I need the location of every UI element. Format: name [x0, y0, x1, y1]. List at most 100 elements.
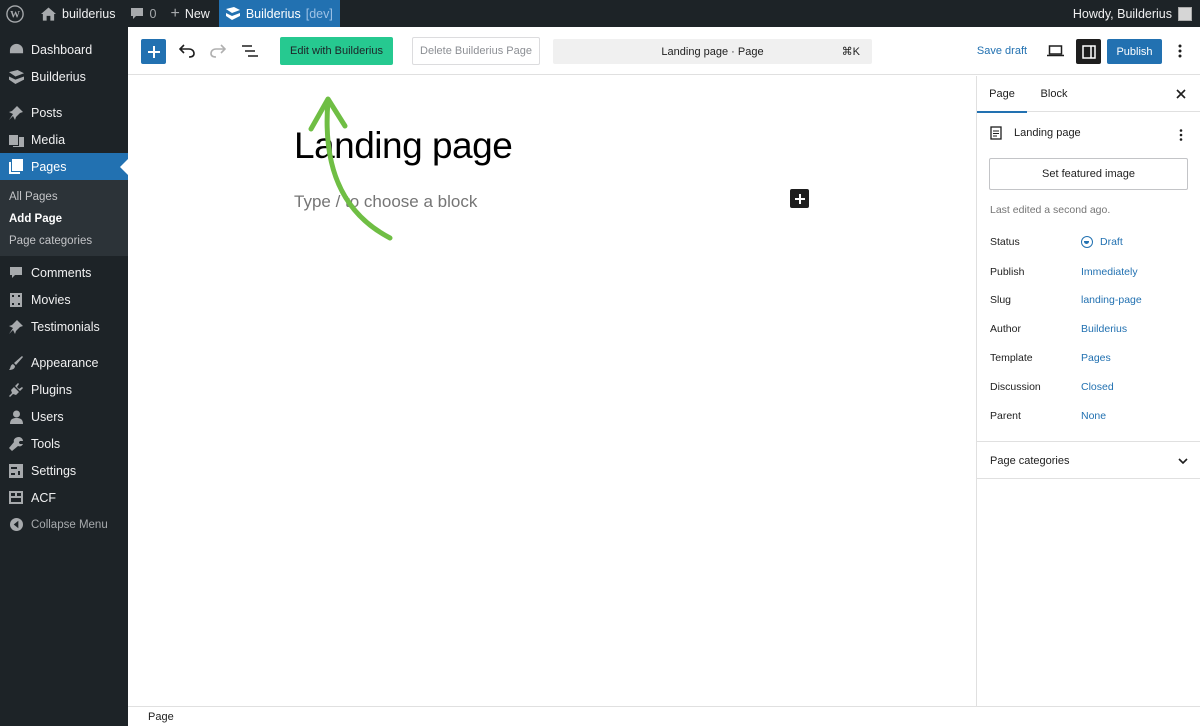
movies-icon	[8, 292, 24, 308]
panel-tabs: Page Block	[977, 76, 1200, 113]
sidebar-item-tools[interactable]: Tools	[0, 430, 128, 457]
undo-button[interactable]	[175, 39, 199, 63]
sidebar-item-label: Plugins	[31, 382, 72, 397]
meta-label: Status	[990, 236, 1020, 248]
new-label: New	[184, 6, 210, 21]
publish-button[interactable]: Publish	[1107, 39, 1162, 64]
sidebar-item-plugins[interactable]: Plugins	[0, 376, 128, 403]
sidebar-item-dashboard[interactable]: Dashboard	[0, 36, 128, 63]
page-categories-toggle[interactable]: Page categories	[990, 455, 1188, 467]
submenu-all-pages[interactable]: All Pages	[0, 186, 128, 208]
sidebar-item-label: Dashboard	[31, 42, 93, 57]
meta-row-publish: Publish Immediately	[990, 266, 1190, 280]
slug-link[interactable]: landing-page	[1081, 294, 1142, 306]
document-title: Landing page · Page	[661, 45, 764, 58]
plus-icon: +	[170, 4, 180, 22]
builderius-env: [dev]	[305, 6, 333, 21]
discussion-link[interactable]: Closed	[1081, 381, 1114, 393]
sidebar-item-movies[interactable]: Movies	[0, 286, 128, 313]
document-actions-button[interactable]	[1178, 128, 1184, 142]
template-link[interactable]: Pages	[1081, 352, 1111, 364]
close-panel-button[interactable]	[1174, 87, 1188, 101]
sidebar-item-label: ACF	[31, 490, 56, 505]
parent-link[interactable]: None	[1081, 410, 1106, 422]
divider	[977, 478, 1200, 479]
sidebar-item-testimonials[interactable]: Testimonials	[0, 313, 128, 340]
sidebar-item-posts[interactable]: Posts	[0, 99, 128, 126]
plugin-icon	[8, 382, 24, 398]
meta-row-parent: Parent None	[990, 410, 1190, 424]
status-link[interactable]: Draft	[1081, 236, 1123, 248]
sidebar-item-settings[interactable]: Settings	[0, 457, 128, 484]
tab-block[interactable]: Block	[1034, 76, 1074, 112]
sidebar-item-label: Pages	[31, 159, 67, 174]
meta-label: Author	[990, 323, 1021, 335]
sidebar-item-label: Appearance	[31, 355, 99, 370]
page-icon	[990, 126, 1004, 140]
editor-canvas[interactable]: Landing page Type / to choose a block	[128, 76, 976, 706]
options-button[interactable]	[1172, 39, 1188, 63]
sidebar-item-builderius[interactable]: Builderius	[0, 63, 128, 90]
brush-icon	[8, 355, 24, 371]
site-name-link[interactable]: builderius	[34, 0, 123, 27]
divider	[977, 441, 1200, 442]
comment-bubble-icon	[130, 7, 144, 20]
home-icon	[41, 6, 56, 21]
submenu-page-categories[interactable]: Page categories	[0, 230, 128, 252]
undo-icon	[179, 44, 195, 58]
plus-icon	[147, 45, 160, 58]
section-title: Page categories	[990, 455, 1070, 467]
sidebar-item-label: Builderius	[31, 69, 86, 84]
builderius-admin-link[interactable]: Builderius [dev]	[218, 0, 340, 27]
settings-panel-toggle[interactable]	[1076, 39, 1101, 64]
submenu-add-page[interactable]: Add Page	[0, 208, 128, 230]
sidebar-item-users[interactable]: Users	[0, 403, 128, 430]
sidebar-item-acf[interactable]: ACF	[0, 484, 128, 511]
sidebar-item-media[interactable]: Media	[0, 126, 128, 153]
comments-count: 0	[149, 6, 157, 21]
document-overview-button[interactable]	[238, 39, 262, 63]
avatar	[1178, 6, 1192, 21]
comments-link[interactable]: 0	[123, 0, 164, 27]
sidebar-item-label: Media	[31, 132, 66, 147]
site-name: builderius	[62, 6, 116, 21]
tab-page[interactable]: Page	[977, 76, 1027, 113]
admin-bar: W builderius 0 + New Builderius [dev] Ho…	[0, 0, 1200, 27]
meta-row-discussion: Discussion Closed	[990, 381, 1190, 395]
delete-builderius-page-button[interactable]: Delete Builderius Page	[412, 37, 540, 65]
redo-button[interactable]	[206, 39, 230, 63]
command-palette-bar[interactable]: Landing page · Page ⌘K	[553, 39, 872, 64]
breadcrumb[interactable]: Page	[148, 711, 174, 723]
wrench-icon	[8, 436, 24, 452]
sidebar-item-appearance[interactable]: Appearance	[0, 349, 128, 376]
save-draft-button[interactable]: Save draft	[974, 39, 1030, 63]
settings-panel: Page Block Landing page Set featured ima…	[976, 76, 1200, 706]
shortcut-hint: ⌘K	[841, 46, 860, 58]
meta-label: Template	[990, 352, 1033, 364]
annotation-arrow-icon	[308, 96, 393, 241]
set-featured-image-button[interactable]: Set featured image	[989, 158, 1188, 190]
users-icon	[8, 409, 24, 425]
account-menu[interactable]: Howdy, Builderius	[1073, 6, 1200, 21]
svg-text:W: W	[10, 9, 20, 20]
sidebar-item-pages[interactable]: Pages	[0, 153, 128, 180]
pin-icon	[8, 105, 24, 121]
meta-value: Draft	[1100, 236, 1123, 248]
add-block-button[interactable]	[790, 189, 809, 208]
laptop-icon	[1046, 45, 1064, 57]
edit-with-builderius-button[interactable]: Edit with Builderius	[280, 37, 393, 65]
block-breadcrumb-bar: Page	[128, 706, 1200, 726]
sidebar-item-label: Comments	[31, 265, 92, 280]
new-content-link[interactable]: + New	[163, 0, 216, 27]
collapse-menu-button[interactable]: Collapse Menu	[0, 511, 128, 538]
meta-row-status: Status Draft	[990, 236, 1190, 250]
block-inserter-button[interactable]	[141, 39, 166, 64]
meta-label: Parent	[990, 410, 1021, 422]
document-card: Landing page	[990, 126, 1081, 140]
meta-row-template: Template Pages	[990, 352, 1190, 366]
publish-date-link[interactable]: Immediately	[1081, 266, 1138, 278]
wordpress-logo-icon[interactable]: W	[0, 0, 34, 27]
author-link[interactable]: Builderius	[1081, 323, 1127, 335]
sidebar-item-comments[interactable]: Comments	[0, 259, 128, 286]
preview-button[interactable]	[1043, 39, 1067, 63]
